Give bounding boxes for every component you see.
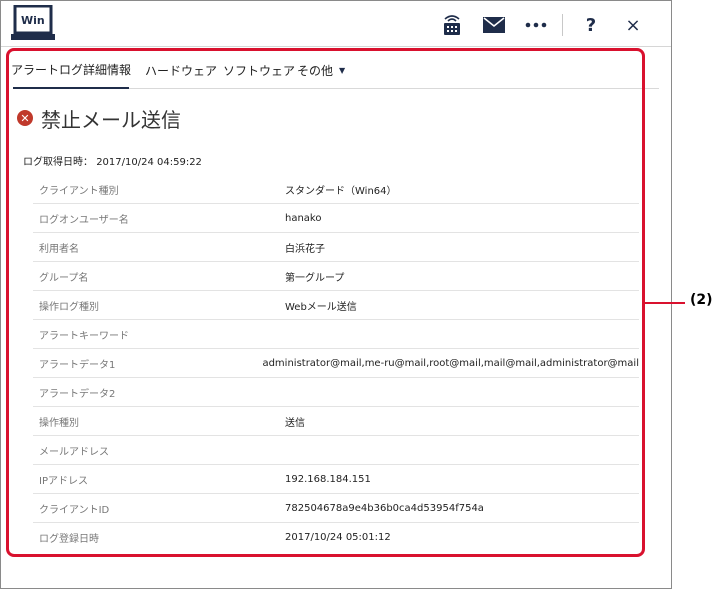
row-label: 操作種別 [39, 417, 79, 429]
row-label: アラートキーワード [39, 330, 129, 342]
error-icon: ✕ [17, 110, 33, 126]
page-title: 禁止メール送信 [41, 107, 181, 132]
table-row: クライアント種別 スタンダード（Win64） [33, 175, 639, 204]
tab-label: その他 [297, 63, 334, 78]
row-value: 第一グループ [285, 272, 345, 284]
row-label: アラートデータ2 [39, 388, 116, 400]
toolbar-divider [562, 14, 563, 36]
help-icon[interactable]: ? [577, 11, 605, 39]
tab-label: ハードウェア [145, 63, 218, 78]
table-row: メールアドレス [33, 436, 639, 465]
row-label: IPアドレス [39, 475, 88, 487]
row-value: 白浜花子 [285, 243, 325, 255]
table-row: アラートデータ1 administrator@mail,me-ru@mail,ro… [33, 349, 639, 378]
row-label: ログ登録日時 [39, 534, 99, 545]
app-logo: Win [9, 4, 59, 45]
tab-label: ソフトウェア [223, 63, 296, 78]
row-label: グループ名 [39, 272, 89, 284]
table-row: 操作種別 送信 [33, 407, 639, 436]
tab-label: アラートログ詳細情報 [11, 62, 132, 77]
more-icon[interactable] [522, 11, 550, 39]
row-value: 送信 [285, 417, 305, 429]
svg-text:Win: Win [21, 14, 45, 27]
row-label: クライアントID [39, 504, 110, 516]
tab-other[interactable]: その他 ▼ [297, 51, 345, 89]
annotation-label: (2) [690, 292, 713, 308]
row-label: ログオンユーザー名 [39, 214, 129, 226]
row-label: メールアドレス [39, 446, 109, 458]
close-icon[interactable]: × [619, 11, 647, 39]
top-bar: Win ? × [1, 1, 671, 47]
tab-alert-log-detail[interactable]: アラートログ詳細情報 [11, 51, 132, 89]
table-row: ログ登録日時 2017/10/24 05:01:12 [33, 523, 639, 552]
table-row: アラートキーワード [33, 320, 639, 349]
row-label: 利用者名 [39, 243, 79, 255]
mail-icon[interactable] [480, 11, 508, 39]
network-terminal-icon[interactable] [438, 11, 466, 39]
row-value: 2017/10/24 05:01:12 [285, 532, 391, 543]
table-row: アラートデータ2 [33, 378, 639, 407]
row-value: administrator@mail,me-ru@mail,root@mail,… [262, 357, 639, 369]
row-label: 操作ログ種別 [39, 301, 99, 313]
row-label: クライアント種別 [39, 185, 119, 197]
table-row: ログオンユーザー名 hanako [33, 204, 639, 233]
row-label: アラートデータ1 [39, 359, 116, 371]
detail-table: クライアント種別 スタンダード（Win64） ログオンユーザー名 hanako 利用者名… [33, 175, 639, 552]
log-time: ログ取得日時： 2017/10/24 04:59:22 [23, 153, 202, 168]
row-value: hanako [285, 212, 322, 224]
row-value: 192.168.184.151 [285, 473, 371, 485]
row-value: Webメール送信 [285, 301, 357, 313]
tab-bar: アラートログ詳細情報 ハードウェア ソフトウェア その他 ▼ [11, 51, 659, 89]
table-row: グループ名 第一グループ [33, 262, 639, 291]
app-window: Win ? × アラートログ詳細情報 ハードウェア ソフトウェア その他 ▼ ✕… [0, 0, 672, 589]
log-time-value: 2017/10/24 04:59:22 [96, 157, 202, 168]
row-value: スタンダード（Win64） [285, 185, 397, 197]
tab-software[interactable]: ソフトウェア [223, 51, 295, 89]
tab-hardware[interactable]: ハードウェア [145, 51, 217, 89]
table-row: クライアントID 782504678a9e4b36b0ca4d53954f754a [33, 494, 639, 523]
table-row: 操作ログ種別 Webメール送信 [33, 291, 639, 320]
table-row: 利用者名 白浜花子 [33, 233, 639, 262]
log-time-label: ログ取得日時： [23, 157, 93, 168]
row-value: 782504678a9e4b36b0ca4d53954f754a [285, 502, 484, 514]
table-row: IPアドレス 192.168.184.151 [33, 465, 639, 494]
annotation-leader-line [645, 302, 685, 304]
chevron-down-icon: ▼ [339, 65, 346, 75]
detail-title-row: ✕ 禁止メール送信 [17, 105, 181, 132]
